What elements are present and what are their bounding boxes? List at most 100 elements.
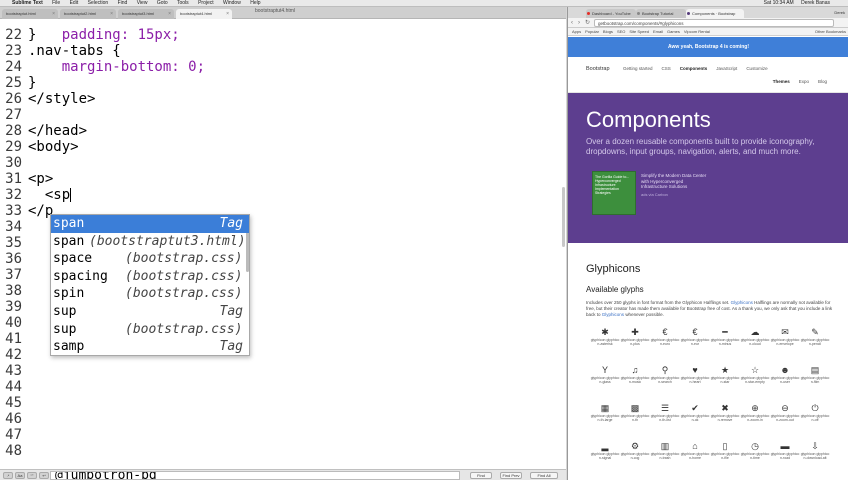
nav-sub-themes[interactable]: Themes [773,79,790,84]
glyph-cell[interactable]: ▩ glyphicon glyphicon-th [620,402,650,440]
glyph-cell[interactable]: ✱ glyphicon glyphicon-asterisk [590,326,620,364]
user-name[interactable]: Derek Banas [801,0,830,6]
nav-link-getting-started[interactable]: Getting started [623,66,653,71]
close-icon[interactable]: × [110,9,113,19]
glyph-cell[interactable]: ⚙ glyphicon glyphicon-cog [620,440,650,478]
regex-toggle[interactable]: .* [3,472,13,479]
menu-file[interactable]: File [52,0,60,6]
bookmark-item[interactable]: Blogs [603,29,613,34]
nav-sub-expo[interactable]: Expo [799,79,809,84]
back-icon[interactable]: ‹ [571,19,573,27]
glyph-cell[interactable]: € glyphicon glyphicon-euro [650,326,680,364]
ad-text[interactable]: Simplify the Modern Data Center with Hyp… [641,173,711,190]
nav-link-javascript[interactable]: JavaScript [716,66,737,71]
autocomplete-item[interactable]: span (bootstraptut3.html) [51,233,249,251]
glyph-cell[interactable]: ☰ glyphicon glyphicon-th-list [650,402,680,440]
find-button[interactable]: Find [470,472,492,479]
close-icon[interactable]: × [168,9,171,19]
glyph-cell[interactable]: ⚲ glyphicon glyphicon-search [650,364,680,402]
glyph-cell[interactable]: ⇩ glyphicon glyphicon-download-alt [800,440,830,478]
glyph-cell[interactable]: € glyphicon glyphicon-eur [680,326,710,364]
editor-scrollbar[interactable] [562,187,565,247]
autocomplete-item[interactable]: spacing (bootstrap.css) [51,268,249,286]
find-all-button[interactable]: Find All [530,472,558,479]
browser-tab[interactable]: Dashboard - YouTube [586,9,636,18]
word-toggle[interactable]: “” [27,472,37,479]
autocomplete-item[interactable]: sup (bootstrap.css) [51,321,249,339]
editor-tab-active[interactable]: bootstraptut4.html × [176,9,232,19]
glyph-cell[interactable]: ⏻ glyphicon glyphicon-off [800,402,830,440]
ad-image[interactable]: The Gorilla Guide to... Hyperconverged I… [592,171,636,215]
ad-credit[interactable]: ads via Carbon [641,192,668,197]
find-input[interactable]: @jumbotron-bg [50,471,460,480]
glyph-cell[interactable]: Yglyphicon glyphicon-glass [590,364,620,402]
menu-app[interactable]: Sublime Text [12,0,43,6]
glyph-cell[interactable]: ✎ glyphicon glyphicon-pencil [800,326,830,364]
menu-tools[interactable]: Tools [177,0,189,6]
autocomplete-popup[interactable]: span Tag span (bootstraptut3.html) space (boo… [50,214,250,356]
autocomplete-item[interactable]: space (bootstrap.css) [51,250,249,268]
bookmark-item[interactable]: Apps [572,29,581,34]
reload-icon[interactable]: ↻ [585,19,590,27]
announcement-banner[interactable]: Aww yeah, Bootstrap 4 is coming! [568,37,848,57]
close-icon[interactable]: × [52,9,55,19]
glyph-cell[interactable]: ━ glyphicon glyphicon-minus [710,326,740,364]
glyph-cell[interactable]: ♫ glyphicon glyphicon-music [620,364,650,402]
glyph-cell[interactable]: ♥ glyphicon glyphicon-heart [680,364,710,402]
glyph-cell[interactable]: ▤ glyphicon glyphicon-film [800,364,830,402]
wrap-toggle[interactable]: ↩ [39,472,49,479]
glyph-cell[interactable]: ▦ glyphicon glyphicon-th-large [590,402,620,440]
glyph-cell[interactable]: ☆ glyphicon glyphicon-star-empty [740,364,770,402]
glyph-cell[interactable]: ★ glyphicon glyphicon-star [710,364,740,402]
glyph-cell[interactable]: ▬ glyphicon glyphicon-road [770,440,800,478]
menu-project[interactable]: Project [198,0,214,6]
autocomplete-item[interactable]: sup Tag [51,303,249,321]
glyph-cell[interactable]: ◷ glyphicon glyphicon-time [740,440,770,478]
glyphicons-link[interactable]: Glyphicons [602,312,624,317]
find-prev-button[interactable]: Find Prev [500,472,522,479]
glyph-cell[interactable]: ⊕ glyphicon glyphicon-zoom-in [740,402,770,440]
menu-goto[interactable]: Goto [157,0,168,6]
bookmark-item[interactable]: SEO [617,29,625,34]
glyph-cell[interactable]: ✖ glyphicon glyphicon-remove [710,402,740,440]
bookmark-item[interactable]: Site Speed [629,29,649,34]
nav-sub-blog[interactable]: Blog [818,79,827,84]
clock[interactable]: Sat 10:34 AM [764,0,794,6]
bookmark-item[interactable]: Vipcom Rental [684,29,710,34]
menu-edit[interactable]: Edit [70,0,79,6]
url-input[interactable]: getbootstrap.com/components/#glyphicons [594,19,834,27]
browser-tab[interactable]: Bootstrap Tutorial [636,9,686,18]
editor-tab[interactable]: bootstraptut3.html × [118,9,174,19]
site-brand[interactable]: Bootstrap [586,66,610,72]
glyph-cell[interactable]: ⌂ glyphicon glyphicon-home [680,440,710,478]
autocomplete-item[interactable]: spin (bootstrap.css) [51,285,249,303]
forward-icon[interactable]: › [578,19,580,27]
glyph-cell[interactable]: ✔ glyphicon glyphicon-ok [680,402,710,440]
bookmark-item[interactable]: Popular [585,29,599,34]
glyph-cell[interactable]: ☻ glyphicon glyphicon-user [770,364,800,402]
menu-selection[interactable]: Selection [88,0,109,6]
nav-link-components[interactable]: Components [680,66,708,71]
menu-view[interactable]: View [137,0,148,6]
menu-find[interactable]: Find [118,0,128,6]
autocomplete-item[interactable]: span Tag [51,215,249,233]
browser-tab-active[interactable]: Components · Bootstrap [686,9,744,18]
menu-window[interactable]: Window [223,0,241,6]
glyph-cell[interactable]: ▥ glyphicon glyphicon-trash [650,440,680,478]
nav-link-customize[interactable]: Customize [746,66,767,71]
bookmark-item[interactable]: Games [667,29,680,34]
menu-help[interactable]: Help [250,0,260,6]
autocomplete-item[interactable]: samp Tag [51,338,249,356]
glyph-cell[interactable]: ✚ glyphicon glyphicon-plus [620,326,650,364]
glyph-cell[interactable]: ▯ glyphicon glyphicon-file [710,440,740,478]
nav-link-css[interactable]: CSS [662,66,671,71]
bookmark-item[interactable]: Email [653,29,663,34]
other-bookmarks[interactable]: Other Bookmarks [815,28,846,35]
close-icon[interactable]: × [226,9,229,19]
glyph-cell[interactable]: ✉ glyphicon glyphicon-envelope [770,326,800,364]
editor-tab[interactable]: bootstraptut2.html × [60,9,116,19]
glyph-cell[interactable]: ☁ glyphicon glyphicon-cloud [740,326,770,364]
glyph-cell[interactable]: ▂ glyphicon glyphicon-signal [590,440,620,478]
case-toggle[interactable]: Aa [15,472,25,479]
browser-user[interactable]: Derek [834,8,845,17]
